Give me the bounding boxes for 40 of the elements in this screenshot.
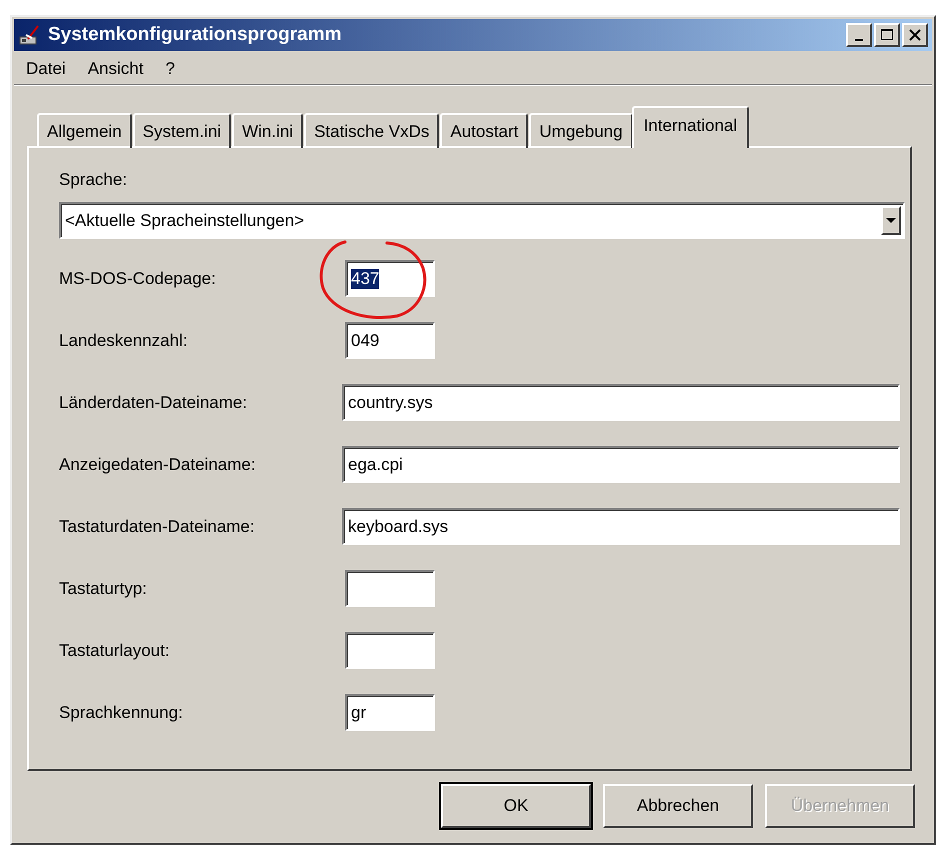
tab[interactable]: Autostart: [440, 113, 528, 148]
tab[interactable]: International: [632, 106, 750, 148]
field-label: MS-DOS-Codepage:: [59, 268, 217, 288]
text-field[interactable]: country.sys: [342, 384, 900, 421]
maximize-button[interactable]: [874, 23, 900, 47]
text-field[interactable]: ega.cpi: [342, 446, 900, 483]
text-field[interactable]: 437: [345, 260, 435, 297]
text-field[interactable]: 049: [345, 322, 435, 359]
text-field[interactable]: [345, 570, 435, 607]
minimize-button[interactable]: [846, 23, 872, 47]
menu-item[interactable]: ?: [163, 59, 177, 79]
field-label: Sprachkennung:: [59, 702, 184, 722]
minimize-icon: [855, 39, 863, 41]
close-icon: [908, 28, 922, 42]
text-field[interactable]: gr: [345, 694, 435, 731]
close-button[interactable]: [902, 23, 928, 47]
tab[interactable]: Allgemein: [37, 113, 132, 148]
field-label: Länderdaten-Dateiname:: [59, 392, 248, 412]
window-title: Systemkonfigurationsprogramm: [48, 24, 342, 46]
dropdown-button[interactable]: [881, 206, 901, 235]
field-label: Sprache:: [59, 170, 128, 190]
field-label: Anzeigedaten-Dateiname:: [59, 454, 257, 474]
maximize-icon: [880, 28, 894, 42]
language-dropdown[interactable]: <Aktuelle Spracheinstellungen>: [59, 202, 905, 239]
field-label: Tastaturdaten-Dateiname:: [59, 516, 256, 536]
dialog-button[interactable]: OK: [441, 784, 591, 828]
field-label: Tastaturlayout:: [59, 640, 171, 660]
tab[interactable]: Win.ini: [232, 113, 304, 148]
menu-item[interactable]: Datei: [24, 59, 68, 79]
text-field[interactable]: [345, 632, 435, 669]
text-field[interactable]: keyboard.sys: [342, 508, 900, 545]
field-label: Tastaturtyp:: [59, 578, 148, 598]
menu-item[interactable]: Ansicht: [86, 59, 146, 79]
caret-icon: [886, 218, 896, 224]
dropdown-value: <Aktuelle Spracheinstellungen>: [65, 210, 304, 230]
dialog-button[interactable]: Abbrechen: [603, 784, 753, 828]
tab[interactable]: Statische VxDs: [304, 113, 440, 148]
field-label: Landeskennzahl:: [59, 330, 189, 350]
selected-text: 437: [351, 268, 380, 288]
tab[interactable]: System.ini: [132, 113, 232, 148]
